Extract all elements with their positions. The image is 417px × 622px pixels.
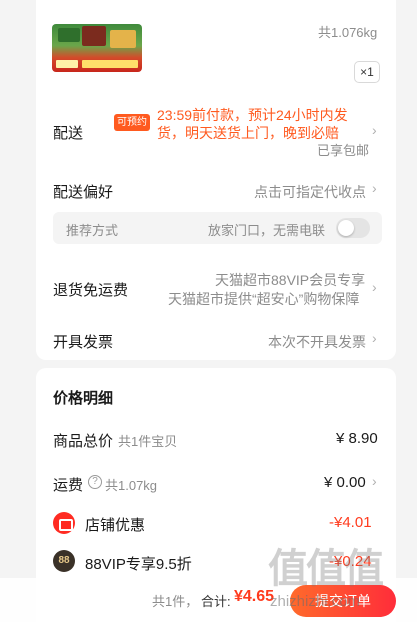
chevron-right-icon[interactable]: › xyxy=(372,180,377,196)
shipping-weight: 共1.07kg xyxy=(105,478,158,493)
goods-total-label: 商品总价 xyxy=(53,433,114,450)
store-discount-label: 店铺优惠 xyxy=(85,517,146,534)
chevron-right-icon[interactable]: › xyxy=(372,279,377,295)
store-discount-value[interactable]: -¥4.01 xyxy=(329,514,372,531)
delivery-label: 配送 xyxy=(53,125,84,142)
delivery-pref-value[interactable]: 点击可指定代收点 xyxy=(254,182,366,202)
preorder-badge: 可预约 xyxy=(114,114,150,131)
coupon-icon xyxy=(53,512,75,534)
recommend-value: 放家门口，无需电联 xyxy=(208,223,326,238)
shipping-fee-value: ¥ 0.00 xyxy=(324,474,366,491)
product-thumbnail[interactable] xyxy=(52,24,142,72)
return-shipping-line1: 天猫超市88VIP会员专享 xyxy=(215,272,366,288)
vip-88-icon: 88 xyxy=(53,550,75,572)
watermark-logo: 值值值 xyxy=(268,547,384,591)
product-weight: 共1.076kg xyxy=(318,25,378,40)
chevron-right-icon[interactable]: › xyxy=(372,122,377,138)
quantity-stepper[interactable]: ×1 xyxy=(354,61,380,83)
delivery-detail[interactable]: 23:59前付款，预计24小时内发货，明天送货上门，晚到必赔 xyxy=(157,106,357,142)
recommend-toggle[interactable] xyxy=(336,218,370,238)
footer-total-label: 合计: xyxy=(201,594,231,609)
goods-count: 共1件宝贝 xyxy=(118,434,178,449)
invoice-label: 开具发票 xyxy=(53,334,114,351)
return-shipping-label: 退货免运费 xyxy=(53,282,129,299)
vip-discount-label: 88VIP专享9.5折 xyxy=(85,556,192,573)
footer-count: 共1件， xyxy=(152,594,199,609)
delivery-pref-label: 配送偏好 xyxy=(53,184,114,201)
chevron-right-icon[interactable]: › xyxy=(372,330,377,346)
recommend-label: 推荐方式 xyxy=(66,223,119,238)
return-shipping-line2: 天猫超市提供“超安心”购物保障 xyxy=(168,291,360,307)
watermark-text: zhizhizhi.com xyxy=(270,593,361,610)
goods-total-value: ¥ 8.90 xyxy=(336,430,378,447)
chevron-right-icon[interactable]: › xyxy=(372,473,377,489)
invoice-value[interactable]: 本次不开具发票 xyxy=(268,332,366,352)
shipping-fee-label: 运费 xyxy=(53,477,84,494)
free-shipping-text: 已享包邮 xyxy=(317,143,370,158)
help-icon[interactable]: ? xyxy=(88,475,102,489)
price-detail-title: 价格明细 xyxy=(53,390,114,407)
